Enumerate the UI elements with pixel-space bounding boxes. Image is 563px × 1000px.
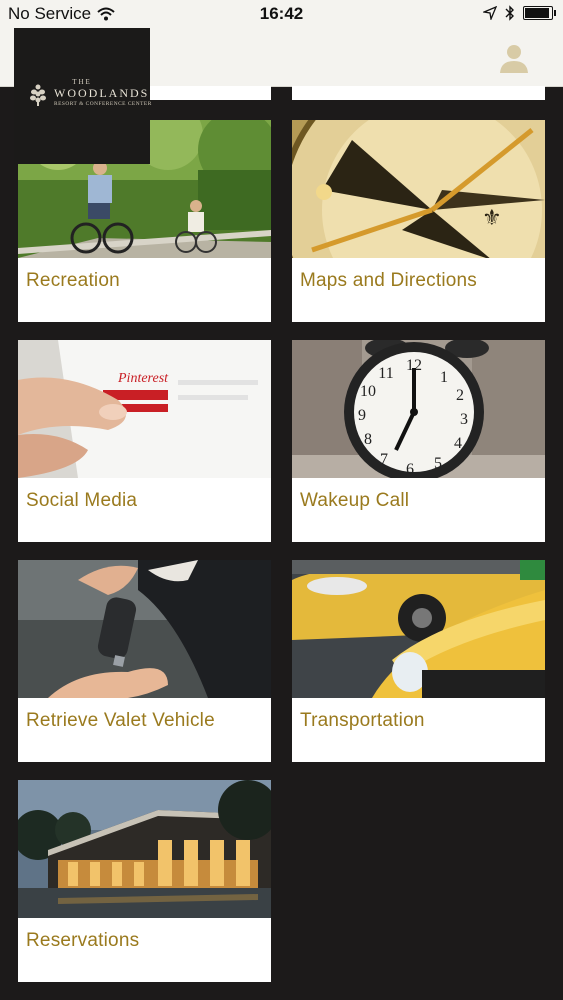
user-silhouette-icon[interactable] xyxy=(497,41,531,75)
logo-subtitle: RESORT & CONFERENCE CENTER xyxy=(54,101,152,107)
valet-key-image xyxy=(18,560,271,698)
svg-text:9: 9 xyxy=(358,407,366,424)
svg-text:3: 3 xyxy=(460,411,468,428)
tile-label-transportation: Transportation xyxy=(300,710,425,731)
tile-transportation[interactable]: Transportation xyxy=(292,560,545,762)
tile-label-social-media: Social Media xyxy=(26,490,138,511)
svg-text:5: 5 xyxy=(434,455,442,472)
tile-label-reservations: Reservations xyxy=(26,930,140,951)
tile-retrieve-valet-vehicle[interactable]: Retrieve Valet Vehicle xyxy=(18,560,271,762)
tile-social-media[interactable]: Pinterest Social Media xyxy=(18,340,271,542)
status-bar: No Service 16:42 xyxy=(0,0,563,30)
logo-name: WOODLANDS xyxy=(54,86,150,100)
woodlands-logo[interactable]: THE WOODLANDS RESORT & CONFERENCE CENTER xyxy=(14,28,152,164)
taxi-image xyxy=(292,560,545,698)
status-time: 16:42 xyxy=(259,4,304,23)
svg-text:Pinterest: Pinterest xyxy=(117,371,169,386)
svg-text:6: 6 xyxy=(406,461,414,478)
svg-text:1: 1 xyxy=(440,369,448,386)
svg-text:7: 7 xyxy=(380,451,388,468)
tile-label-wakeup-call: Wakeup Call xyxy=(300,490,410,511)
tile-label-recreation: Recreation xyxy=(26,270,120,291)
svg-text:⚜: ⚜ xyxy=(482,205,502,230)
social-media-image: Pinterest xyxy=(18,340,271,478)
svg-text:4: 4 xyxy=(454,435,462,452)
status-right xyxy=(483,5,556,21)
svg-text:10: 10 xyxy=(360,383,376,400)
svg-text:11: 11 xyxy=(378,365,393,382)
compass-image: ⚜ xyxy=(292,120,545,258)
svg-text:8: 8 xyxy=(364,431,372,448)
tile-maps-and-directions[interactable]: ⚜ Maps and Directions xyxy=(292,120,545,322)
tile-reservations[interactable]: Reservations xyxy=(18,780,271,982)
tile-label-retrieve-valet-vehicle: Retrieve Valet Vehicle xyxy=(26,710,215,731)
bluetooth-icon xyxy=(505,5,514,21)
svg-text:2: 2 xyxy=(456,387,464,404)
location-arrow-icon xyxy=(483,6,497,20)
pinecone-icon xyxy=(30,84,46,106)
tile-wakeup-call[interactable]: 12 1 2 3 4 5 6 7 8 9 10 11 Wakeup Call xyxy=(292,340,545,542)
tile-label-maps-and-directions: Maps and Directions xyxy=(300,270,477,291)
resort-building-image xyxy=(18,780,271,918)
battery-icon xyxy=(523,6,556,20)
alarm-clock-image: 12 1 2 3 4 5 6 7 8 9 10 11 xyxy=(292,340,545,478)
scrolled-tile-edge-right xyxy=(292,86,545,100)
